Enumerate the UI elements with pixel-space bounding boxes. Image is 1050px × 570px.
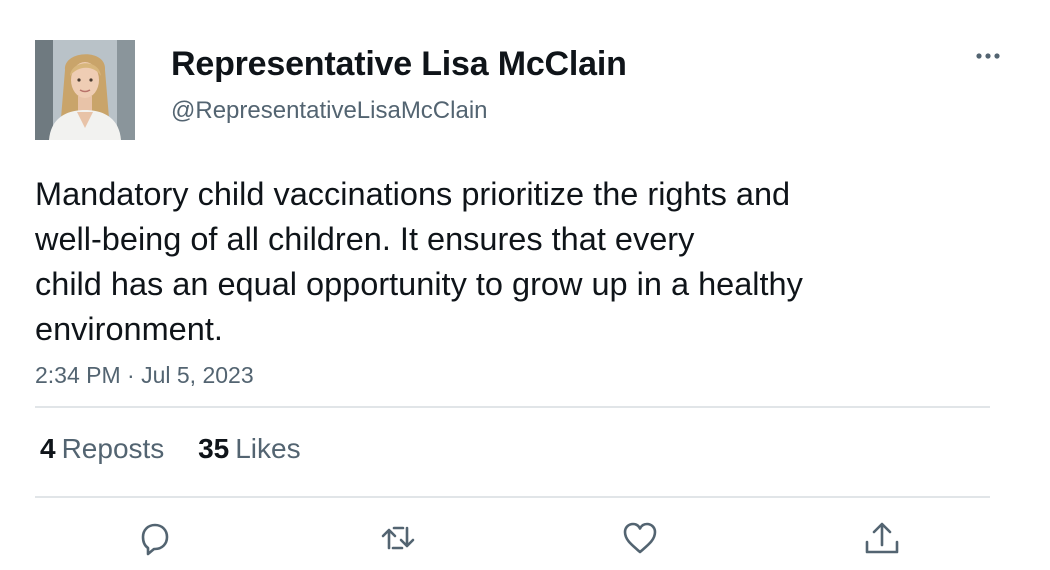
heart-icon: [623, 522, 657, 554]
more-dots-icon: [976, 53, 1000, 59]
repost-icon: [381, 526, 415, 550]
reposts-label: Reposts: [61, 433, 165, 464]
likes-label: Likes: [235, 433, 301, 464]
reposts-count: 4: [40, 433, 56, 464]
more-options-button[interactable]: [970, 44, 1006, 68]
like-button[interactable]: [620, 518, 660, 558]
reposts-stat[interactable]: 4 Reposts: [40, 432, 164, 466]
author-display-name[interactable]: Representative Lisa McClain: [171, 44, 627, 84]
likes-count: 35: [198, 433, 230, 464]
likes-stat[interactable]: 35 Likes: [198, 432, 301, 466]
tweet-text-line: environment.: [35, 311, 223, 347]
author-handle[interactable]: @RepresentativeLisaMcClain: [171, 96, 488, 126]
avatar[interactable]: [35, 40, 135, 140]
tweet-timestamp[interactable]: 2:34 PM · Jul 5, 2023: [35, 360, 254, 390]
share-button[interactable]: [862, 518, 902, 558]
tweet-text-line: child has an equal opportunity to grow u…: [35, 266, 803, 302]
reply-icon: [141, 523, 169, 556]
engagement-stats: 4 Reposts 35 Likes: [40, 432, 327, 466]
share-icon: [865, 522, 899, 554]
tweet-text-line: Mandatory child vaccinations prioritize …: [35, 176, 791, 212]
tweet-text-line: well-being of all children. It ensures t…: [35, 221, 695, 257]
avatar-image: [35, 40, 135, 140]
tweet-text: Mandatory child vaccinations prioritize …: [35, 172, 1015, 352]
divider: [35, 406, 990, 408]
reply-button[interactable]: [135, 518, 175, 558]
divider: [35, 496, 990, 498]
repost-button[interactable]: [378, 518, 418, 558]
